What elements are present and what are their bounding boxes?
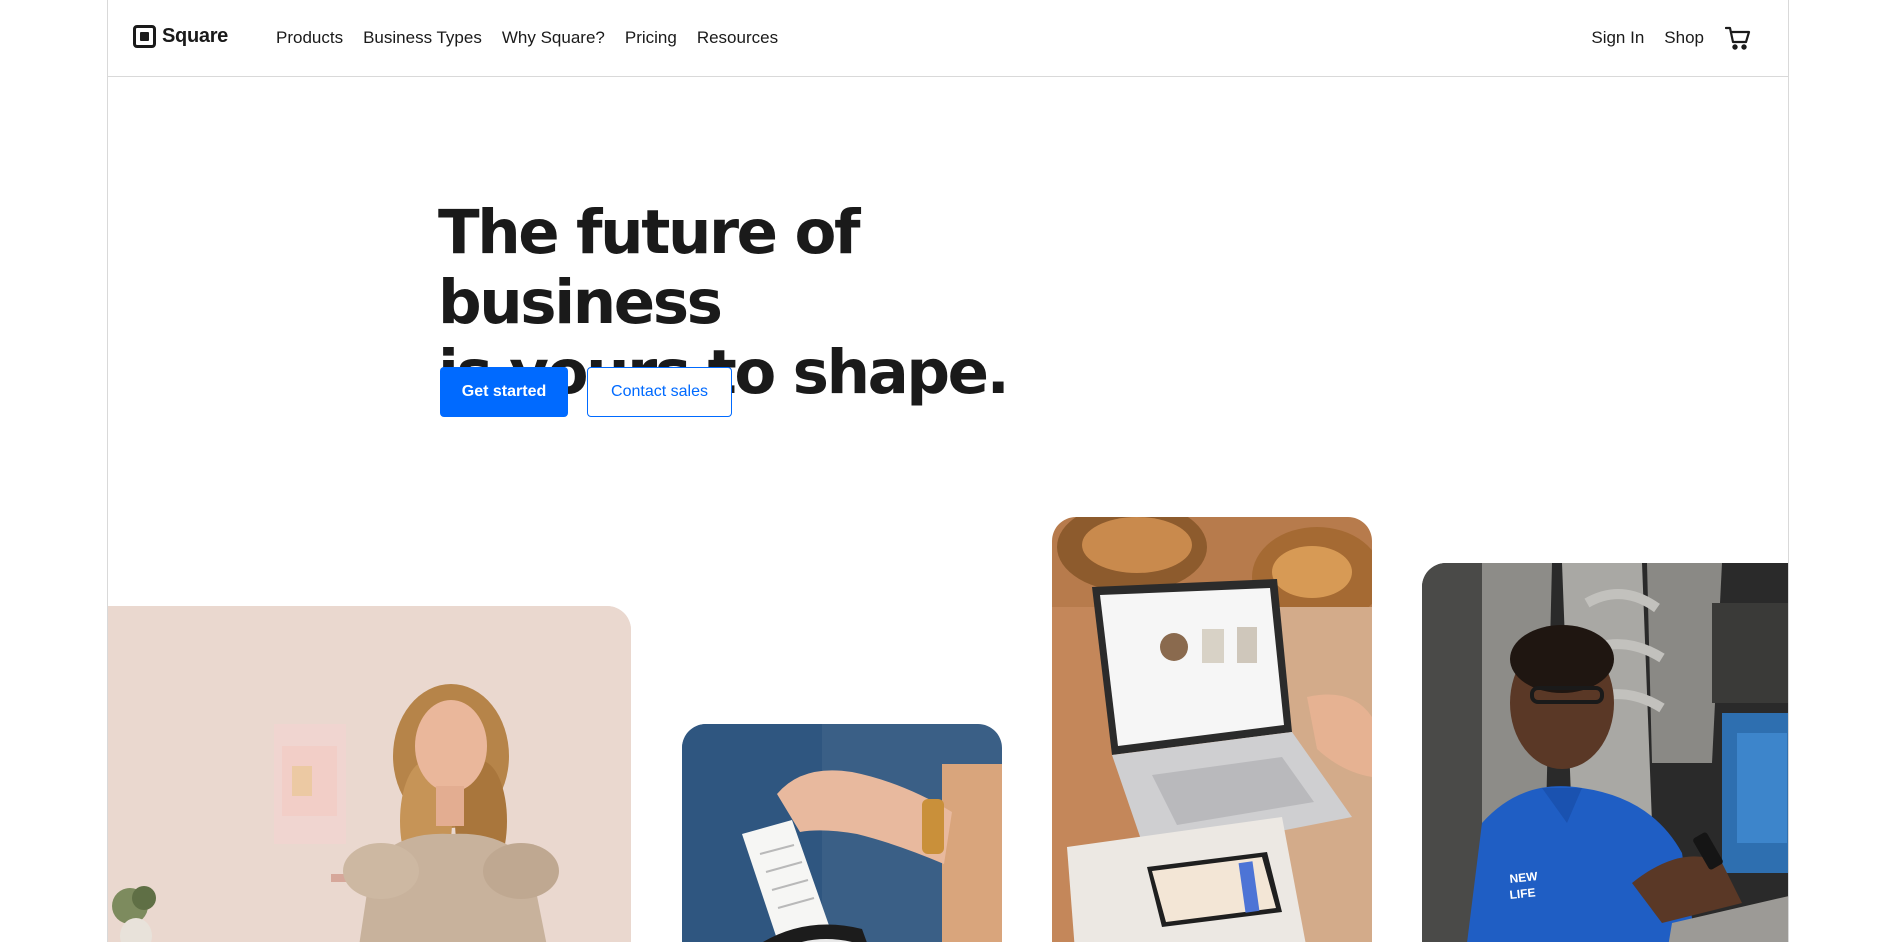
nav-item-why-square[interactable]: Why Square? <box>502 28 605 48</box>
header-actions: Sign In Shop <box>1571 0 1752 76</box>
svg-text:LIFE: LIFE <box>1509 885 1536 902</box>
svg-text:NEW: NEW <box>1509 869 1539 886</box>
contact-sales-button[interactable]: Contact sales <box>587 367 732 417</box>
laptop-bakery-photo <box>1052 517 1372 942</box>
site-header: Square Products Business Types Why Squar… <box>108 0 1788 77</box>
get-started-button[interactable]: Get started <box>440 367 568 417</box>
nav-item-products[interactable]: Products <box>276 28 343 48</box>
nav-item-business-types[interactable]: Business Types <box>363 28 482 48</box>
man-with-phone-photo: NEW LIFE <box>1422 563 1788 942</box>
main-nav: Products Business Types Why Square? Pric… <box>276 0 798 76</box>
nav-item-resources[interactable]: Resources <box>697 28 778 48</box>
square-logo[interactable]: Square <box>133 25 228 48</box>
square-logo-icon <box>133 25 156 48</box>
receipt-printer-photo <box>682 724 1002 942</box>
shop-link[interactable]: Shop <box>1664 28 1704 48</box>
cart-icon[interactable] <box>1724 24 1752 52</box>
page-frame: Square Products Business Types Why Squar… <box>107 0 1789 942</box>
nav-item-pricing[interactable]: Pricing <box>625 28 677 48</box>
hero-title-line-1: The future of business <box>438 197 861 338</box>
logo-text: Square <box>162 25 229 47</box>
woman-seated-photo <box>108 606 631 942</box>
sign-in-link[interactable]: Sign In <box>1591 28 1644 48</box>
